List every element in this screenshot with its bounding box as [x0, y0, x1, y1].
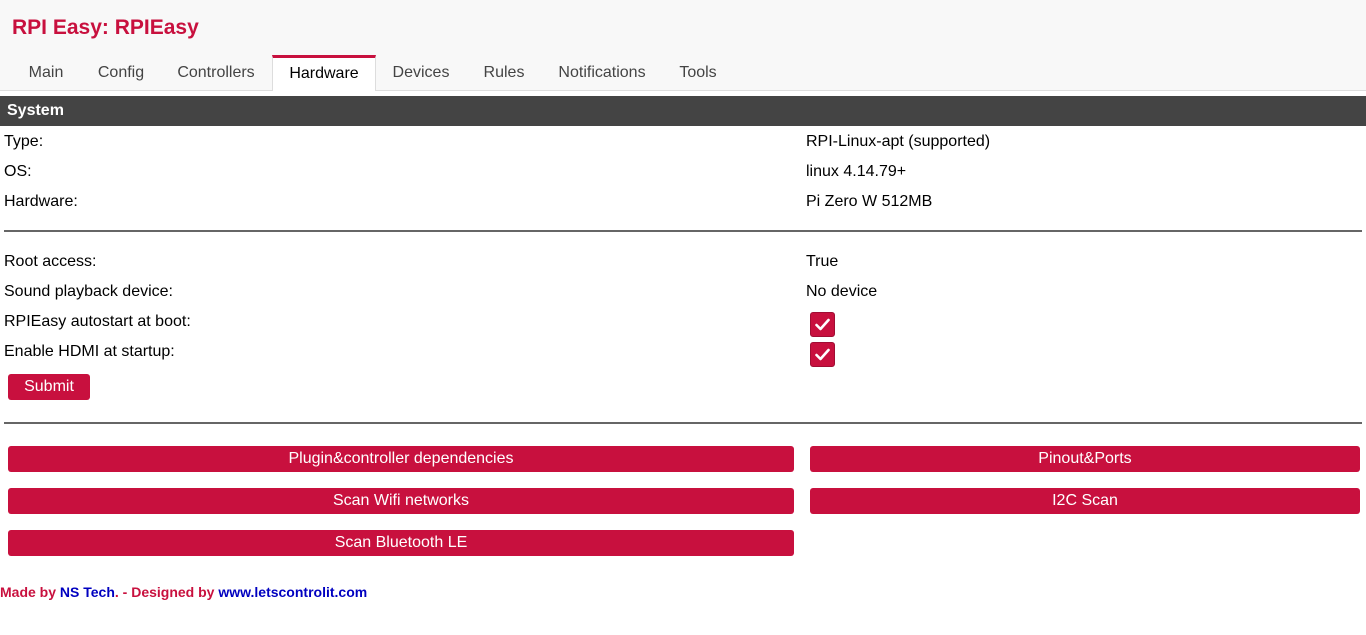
os-value: linux 4.14.79+ [806, 163, 907, 180]
tab-tools[interactable]: Tools [668, 55, 728, 90]
divider [4, 230, 1362, 232]
os-label: OS: [4, 163, 32, 180]
i2c-scan-button[interactable]: I2C Scan [810, 488, 1360, 514]
tab-notifications[interactable]: Notifications [548, 55, 656, 90]
autostart-checkbox[interactable] [810, 312, 835, 337]
tab-hardware[interactable]: Hardware [272, 55, 376, 91]
type-value: RPI-Linux-apt (supported) [806, 133, 991, 150]
page-title: RPI Easy: RPIEasy [12, 16, 199, 39]
type-label: Type: [4, 133, 44, 150]
header: RPI Easy: RPIEasy Main Config Controller… [0, 0, 1366, 91]
footer: Made by NS Tech. - Designed by www.letsc… [0, 584, 367, 600]
tab-rules[interactable]: Rules [472, 55, 536, 90]
checkmark-icon [815, 348, 830, 361]
tab-controllers[interactable]: Controllers [166, 55, 266, 90]
autostart-label: RPIEasy autostart at boot: [4, 313, 191, 330]
tab-config[interactable]: Config [84, 55, 158, 90]
sound-device-value: No device [806, 283, 878, 300]
tab-bar: Main Config Controllers Hardware Devices… [0, 55, 1366, 91]
divider [4, 422, 1362, 424]
hardware-value: Pi Zero W 512MB [806, 193, 933, 210]
footer-designed-by: . - Designed by [114, 584, 215, 600]
hdmi-label: Enable HDMI at startup: [4, 343, 175, 360]
submit-button[interactable]: Submit [8, 374, 90, 400]
root-access-label: Root access: [4, 253, 97, 270]
root-access-value: True [806, 253, 839, 270]
sound-device-label: Sound playback device: [4, 283, 173, 300]
pinout-ports-button[interactable]: Pinout&Ports [810, 446, 1360, 472]
scan-wifi-button[interactable]: Scan Wifi networks [8, 488, 794, 514]
hardware-label: Hardware: [4, 193, 78, 210]
tab-devices[interactable]: Devices [384, 55, 458, 90]
footer-made-by: Made by [0, 584, 57, 600]
author-link[interactable]: NS Tech [60, 584, 115, 600]
scan-bluetooth-button[interactable]: Scan Bluetooth LE [8, 530, 794, 556]
tab-main[interactable]: Main [16, 55, 76, 90]
checkmark-icon [815, 318, 830, 331]
site-link[interactable]: www.letscontrolit.com [218, 584, 367, 600]
section-header-system: System [0, 96, 1366, 126]
plugin-dependencies-button[interactable]: Plugin&controller dependencies [8, 446, 794, 472]
hdmi-checkbox[interactable] [810, 342, 835, 367]
